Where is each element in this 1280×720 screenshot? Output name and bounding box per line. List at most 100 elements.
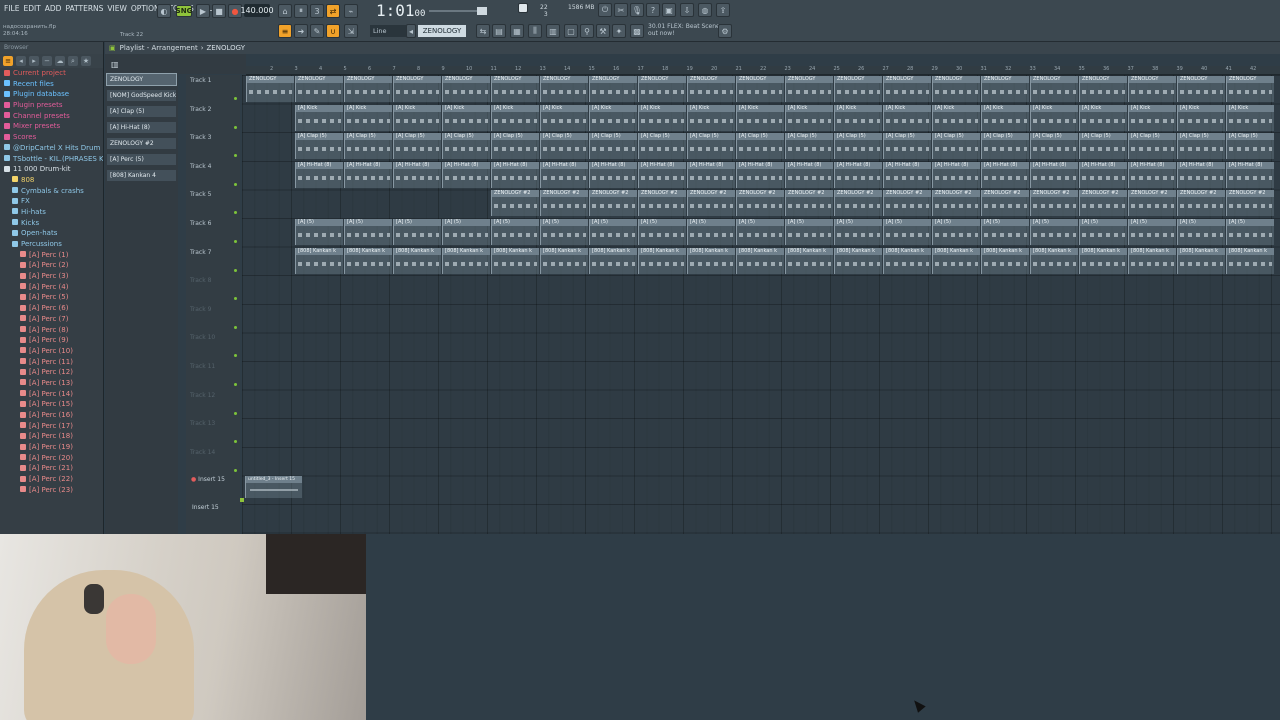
pattern-clip[interactable]: [A] Kick — [491, 104, 539, 131]
browser-item[interactable]: [A] Perc (17) — [0, 421, 103, 432]
pattern-clip[interactable]: ZENOLOGY — [246, 76, 294, 102]
pattern-clip[interactable]: [A] Kick — [393, 104, 441, 131]
pattern-clip[interactable]: ZENOLOGY — [785, 76, 833, 102]
track-label[interactable]: Track 13 — [190, 420, 215, 427]
pattern-clip[interactable]: ZENOLOGY #2 — [638, 190, 686, 217]
track-label[interactable]: Track 1 — [190, 77, 211, 84]
browser-item[interactable]: [A] Perc (13) — [0, 378, 103, 389]
browser-item[interactable]: Recent files — [0, 79, 103, 90]
pattern-clip[interactable]: [A] Hi-Hat (8) — [638, 161, 686, 188]
pattern-prev-icon[interactable]: ◂ — [406, 24, 416, 38]
browser-item[interactable]: [A] Perc (9) — [0, 335, 103, 346]
pattern-clip[interactable]: [A] Hi-Hat (8) — [295, 161, 343, 188]
track-mute-led[interactable] — [234, 383, 237, 386]
pattern-clip[interactable]: [808] Kankan k — [1079, 247, 1127, 274]
pattern-clip[interactable]: [A] Hi-Hat (8) — [785, 161, 833, 188]
snap-icon[interactable]: ⇲ — [344, 24, 358, 38]
browser-item[interactable]: Percussions — [0, 239, 103, 250]
wait-icon[interactable]: ⏸ — [294, 4, 308, 18]
pattern-clip[interactable]: [A] Kick — [932, 104, 980, 131]
browser-item[interactable]: Mixer presets — [0, 121, 103, 132]
track-label[interactable]: Track 10 — [190, 334, 215, 341]
pattern-clip[interactable]: [A] Hi-Hat (8) — [1226, 161, 1274, 188]
pattern-clip[interactable]: [A] Kick — [442, 104, 490, 131]
browser-icon[interactable]: ▥ — [546, 24, 560, 38]
playlist-icon[interactable]: ▣ — [109, 44, 116, 52]
picker-item[interactable]: [808] Kankan 4 — [107, 170, 176, 181]
pattern-clip[interactable]: ZENOLOGY — [491, 76, 539, 102]
browser-item[interactable]: [A] Perc (2) — [0, 260, 103, 271]
pattern-clip[interactable]: [A] Kick — [344, 104, 392, 131]
pattern-clip[interactable]: [808] Kankan k — [883, 247, 931, 274]
channel-rack-icon[interactable]: ▦ — [510, 24, 524, 38]
pattern-clip[interactable]: [A] Clap (5) — [295, 133, 343, 160]
pattern-clip[interactable]: [A] (5) — [442, 219, 490, 245]
mixer-icon[interactable]: ⇆ — [476, 24, 490, 38]
pattern-clip[interactable]: [A] Hi-Hat (8) — [442, 161, 490, 188]
pattern-clip[interactable]: [A] Hi-Hat (8) — [883, 161, 931, 188]
pattern-clip[interactable]: [A] Clap (5) — [1177, 133, 1225, 160]
track-label[interactable]: Track 6 — [190, 220, 211, 227]
browser-item[interactable]: Plugin database — [0, 89, 103, 100]
pattern-clip[interactable]: [A] Kick — [785, 104, 833, 131]
browser-item[interactable]: [A] Perc (11) — [0, 357, 103, 368]
upload-icon[interactable]: ⇪ — [716, 3, 730, 17]
pattern-clip[interactable]: ZENOLOGY — [344, 76, 392, 102]
track-mute-led[interactable] — [234, 211, 237, 215]
countdown-icon[interactable]: 3 — [310, 4, 324, 18]
pattern-clip[interactable]: [A] Clap (5) — [344, 133, 392, 160]
pattern-clip[interactable]: ZENOLOGY #2 — [589, 190, 637, 217]
timeline-ruler[interactable]: 2 3 4 5 6 7 8 9 10 11 12 13 14 15 16 17 18 19 20 21 22 23 24 25… — [246, 66, 1280, 75]
arrow-icon[interactable]: ➜ — [294, 24, 308, 38]
track-mute-led[interactable] — [234, 268, 237, 272]
pattern-clip[interactable]: ZENOLOGY — [1177, 76, 1225, 102]
picker-item[interactable]: [A] Perc (5) — [107, 154, 176, 165]
track-mute-led[interactable] — [234, 440, 237, 444]
chat-icon[interactable]: ◍ — [698, 3, 712, 17]
picker-item[interactable]: [A] Clap (5) — [107, 106, 176, 117]
pattern-clip[interactable]: ZENOLOGY — [932, 76, 980, 102]
browser-item[interactable]: Kicks — [0, 218, 103, 229]
master-volume-knob[interactable] — [518, 3, 528, 13]
browser-collapse-icon[interactable]: − — [42, 56, 52, 66]
audio-clip[interactable]: untitled_3 - Insert 15 — [245, 476, 302, 498]
pattern-clip[interactable]: ZENOLOGY — [442, 76, 490, 102]
browser-item[interactable]: TSbottle - KIL.(PHRASES KIT) — [0, 154, 103, 165]
picker-item[interactable]: ZENOLOGY — [106, 73, 177, 86]
pattern-clip[interactable]: [A] Kick — [1030, 104, 1078, 131]
browser-star-icon[interactable]: ★ — [81, 56, 91, 66]
pattern-clip[interactable]: [808] Kankan k — [932, 247, 980, 274]
browser-item[interactable]: [A] Perc (3) — [0, 271, 103, 282]
pattern-clip[interactable]: [A] Clap (5) — [834, 133, 882, 160]
browser-item[interactable]: [A] Perc (18) — [0, 431, 103, 442]
pattern-clip[interactable]: [A] Hi-Hat (8) — [1177, 161, 1225, 188]
browser-item[interactable]: [A] Perc (7) — [0, 314, 103, 325]
tempo-display[interactable]: 140.000 — [240, 4, 274, 17]
pattern-clip[interactable]: [A] Clap (5) — [1226, 133, 1274, 160]
save-icon[interactable]: ▣ — [662, 3, 676, 17]
picker-item[interactable]: [A] Hi-Hat (8) — [107, 122, 176, 133]
track-mute-led[interactable] — [234, 182, 237, 186]
pattern-clip[interactable]: ZENOLOGY #2 — [785, 190, 833, 217]
pattern-clip[interactable]: [A] Kick — [638, 104, 686, 131]
track-label[interactable]: Track 7 — [190, 249, 211, 256]
browser-item[interactable]: Cymbals & crashs — [0, 186, 103, 197]
pattern-clip[interactable]: [808] Kankan k — [393, 247, 441, 274]
pattern-clip[interactable]: [A] Clap (5) — [1030, 133, 1078, 160]
pattern-clip[interactable]: [808] Kankan k — [1030, 247, 1078, 274]
pattern-clip[interactable]: [A] (5) — [932, 219, 980, 245]
song-mode-toggle[interactable]: SNG — [176, 5, 192, 17]
pattern-clip[interactable]: [A] Clap (5) — [540, 133, 588, 160]
pattern-clip[interactable]: [A] Hi-Hat (8) — [491, 161, 539, 188]
menu-view[interactable]: VIEW — [105, 4, 129, 13]
pattern-clip[interactable]: [A] Kick — [1079, 104, 1127, 131]
pattern-clip[interactable]: [A] (5) — [393, 219, 441, 245]
mic-icon[interactable]: 🎙 — [630, 3, 644, 17]
browser-item[interactable]: Current project — [0, 68, 103, 79]
pattern-clip[interactable]: [A] Kick — [687, 104, 735, 131]
pattern-clip[interactable]: [A] (5) — [1030, 219, 1078, 245]
browser-item[interactable]: [A] Perc (12) — [0, 367, 103, 378]
track-mute-led[interactable] — [234, 125, 237, 129]
pattern-clip[interactable]: [A] Clap (5) — [785, 133, 833, 160]
magnet-icon[interactable]: ∪ — [326, 24, 340, 38]
